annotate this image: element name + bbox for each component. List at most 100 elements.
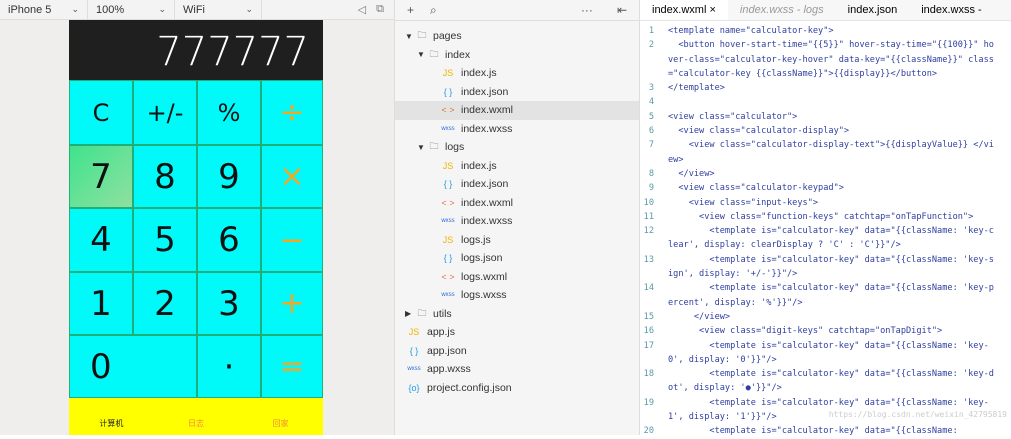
zoom-select[interactable]: 100% ⌄ [88,0,175,19]
tree-item[interactable]: { } index.json [395,83,639,102]
tree-item[interactable]: JS index.js [395,64,639,83]
tree-item[interactable]: JS logs.js [395,231,639,250]
code-line: 18 <template is="calculator-key" data="{… [640,367,1011,396]
code-line: 5 <view class="calculator"> [640,110,1011,124]
tree-item[interactable]: ▼ 🗀 index [395,46,639,65]
line-text: <view class="calculator-display"> [668,126,850,137]
tree-item[interactable]: < > index.wxml [395,194,639,213]
calculator-display: 777777 [69,20,323,80]
code-line: 16 <view class="digit-keys" catchtap="on… [640,324,1011,338]
key-button[interactable]: 7 [69,145,133,208]
device-label: iPhone 5 [8,3,52,16]
tree-item[interactable]: { } logs.json [395,249,639,268]
key-button[interactable]: 9 [197,145,261,208]
file-tree: ▼ 🗀 pages ▼ 🗀 index JS index.js { } index.json < >… [395,21,639,397]
key-button[interactable]: 5 [133,208,197,272]
tree-item[interactable]: ▼ 🗀 pages [395,27,639,46]
more-icon[interactable]: ··· [581,3,593,17]
wxss-file-icon: wxss [441,125,455,132]
key-button[interactable]: · [197,335,261,398]
line-number: 2 [648,40,654,51]
js-file-icon: JS [442,234,454,245]
collapse-panel-icon[interactable]: ⇤ [617,3,627,17]
wxml-file-icon: < > [441,197,455,208]
tree-item[interactable]: wxss app.wxss [395,360,639,379]
code-line: 15 </view> [640,310,1011,324]
key-button[interactable]: ÷ [261,80,323,145]
tree-item-label: logs.wxml [461,270,508,283]
key-button[interactable]: +/- [133,80,197,145]
tree-item-label: pages [433,30,462,43]
json-file-icon: { } [443,86,453,97]
tree-item-label: index.js [461,159,497,172]
chevron-down-icon: ⌄ [158,4,166,14]
tree-item[interactable]: ▼ 🗀 logs [395,138,639,157]
line-text: </view> [668,168,715,179]
key-button[interactable]: C [69,80,133,145]
key-button[interactable]: − [261,208,323,272]
explorer-toolbar: + ⌕ ··· ⇤ [395,0,639,21]
tree-item[interactable]: JS index.js [395,157,639,176]
code-line: 17 <template is="calculator-key" data="{… [640,339,1011,368]
line-text: <view class="calculator-keypad"> [668,183,844,194]
caret-down-icon: ▼ [405,31,413,41]
tree-item[interactable]: { } app.json [395,342,639,361]
key-button[interactable]: = [261,335,323,398]
line-text: <view class="calculator-display-text">{{… [668,140,994,165]
network-select[interactable]: WiFi ⌄ [175,0,262,19]
key-button[interactable]: 3 [197,272,261,335]
line-number: 10 [643,197,654,208]
json-file-icon: { } [443,253,453,264]
wxss-file-icon: wxss [441,292,455,299]
line-text [668,95,998,109]
line-number: 4 [648,97,654,108]
search-icon[interactable]: ⌕ [430,3,437,18]
sound-icon[interactable]: ◁ [358,3,366,16]
network-label: WiFi [183,3,205,16]
code-editor: index.wxml × index.wxss - logs index.jso… [640,0,1011,436]
tree-item[interactable]: wxss index.wxss [395,212,639,231]
key-button[interactable]: 2 [133,272,197,335]
caret-down-icon: ▼ [417,50,425,60]
detach-window-icon[interactable]: ⧉ [376,3,384,16]
editor-tabs: index.wxml × index.wxss - logs index.jso… [640,0,1011,21]
key-button[interactable]: 1 [69,272,133,335]
tree-item[interactable]: < > logs.wxml [395,268,639,287]
line-text: <template is="calculator-key" data="{{cl… [668,226,994,251]
zoom-label: 100% [96,3,125,16]
tree-item[interactable]: wxss logs.wxss [395,286,639,305]
tab-home[interactable]: 回家 [238,418,323,429]
tab-index-wxml[interactable]: index.wxml × [640,0,728,20]
key-button[interactable]: + [261,272,323,335]
tree-item[interactable]: wxss index.wxss [395,120,639,139]
line-number: 16 [643,326,654,337]
file-explorer: + ⌕ ··· ⇤ ▼ 🗀 pages ▼ 🗀 index JS index.js { } inde… [395,0,640,435]
tree-item[interactable]: { } index.json [395,175,639,194]
add-icon[interactable]: + [407,3,414,17]
tree-item-label: index.wxss [461,215,513,228]
tab-index-json[interactable]: index.json [836,0,910,20]
simulator-panel: iPhone 5 ⌄ 100% ⌄ WiFi ⌄ ◁ ⧉ 777777 C +/-% ÷ 7 8… [0,0,395,435]
code-area[interactable]: 1 <template name="calculator-key"> 2 <butt… [640,21,1011,439]
tree-item[interactable]: ▶ 🗀 utils [395,305,639,324]
line-text: <template is="calculator-key" data="{{cl… [668,254,994,280]
tab-index-wxss-logs[interactable]: index.wxss - logs [728,0,836,20]
tree-item[interactable]: < > index.wxml [395,101,639,120]
tree-item[interactable]: {o} project.config.json [395,379,639,398]
key-button[interactable]: 4 [69,208,133,272]
line-number: 1 [648,26,654,36]
key-button[interactable]: × [261,145,323,208]
tree-item-label: index.json [461,178,509,191]
device-select[interactable]: iPhone 5 ⌄ [0,0,88,19]
tab-index-wxss[interactable]: index.wxss - [909,0,994,20]
key-button[interactable]: 6 [197,208,261,272]
code-line: 11 <view class="function-keys" catchtap=… [640,210,1011,224]
key-button[interactable]: % [197,80,261,145]
key-button[interactable]: 8 [133,145,197,208]
tab-calculator[interactable]: 计算机 [69,418,154,429]
tree-item[interactable]: JS app.js [395,323,639,342]
tree-item-label: app.json [427,344,467,357]
key-button[interactable]: 0 [69,335,197,398]
tab-logs[interactable]: 日志 [154,418,239,429]
tree-item-label: logs.wxss [461,289,507,302]
